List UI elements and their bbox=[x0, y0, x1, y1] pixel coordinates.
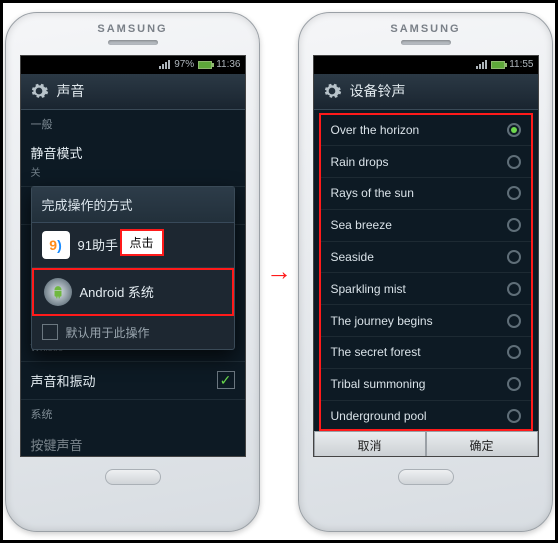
ringtone-list: Over the horizon Rain drops Rays of the … bbox=[319, 113, 533, 431]
ringtone-label: Sparkling mist bbox=[331, 282, 406, 296]
radio-icon[interactable] bbox=[507, 250, 521, 264]
gear-icon bbox=[29, 81, 49, 101]
arrow-icon: → bbox=[266, 256, 292, 287]
speaker bbox=[401, 40, 451, 45]
ringtone-item[interactable]: Rays of the sun bbox=[321, 178, 531, 210]
ringtone-header: 设备铃声 bbox=[314, 74, 538, 110]
row-silent-mode[interactable]: 静音模式 关 bbox=[21, 136, 245, 187]
ringtone-label: Rays of the sun bbox=[331, 186, 414, 200]
page-title: 设备铃声 bbox=[350, 81, 406, 101]
ringtone-label: The secret forest bbox=[331, 345, 421, 359]
battery-icon bbox=[198, 61, 212, 69]
ringtone-label: The journey begins bbox=[331, 314, 433, 328]
dialog-default-row[interactable]: 默认用于此操作 bbox=[32, 316, 234, 349]
brand-label: SAMSUNG bbox=[97, 23, 167, 35]
silent-sub: 关 bbox=[31, 164, 83, 179]
settings-header: 声音 bbox=[21, 74, 245, 110]
checkbox-icon[interactable] bbox=[42, 324, 58, 340]
ringtone-label: Rain drops bbox=[331, 155, 389, 169]
key-sound-label: 按键声音 bbox=[31, 435, 83, 454]
radio-icon[interactable] bbox=[507, 377, 521, 391]
phone-left: SAMSUNG 97% 11:36 声音 一般 静音模式 关 音量 bbox=[5, 12, 260, 532]
section-system: 系统 bbox=[21, 400, 245, 426]
signal-icon bbox=[476, 60, 487, 69]
silent-title: 静音模式 bbox=[31, 143, 83, 162]
gear-icon bbox=[322, 81, 342, 101]
complete-action-dialog: 完成操作的方式 9) 91助手 点击 Android 系统 默认用于此操作 bbox=[31, 186, 235, 350]
battery-icon bbox=[491, 61, 505, 69]
ok-button[interactable]: 确定 bbox=[426, 431, 538, 457]
radio-icon[interactable] bbox=[507, 186, 521, 200]
dialog-option-91[interactable]: 9) 91助手 点击 bbox=[32, 223, 234, 268]
radio-icon[interactable] bbox=[507, 409, 521, 423]
section-general: 一般 bbox=[21, 110, 245, 136]
ringtone-label: Over the horizon bbox=[331, 123, 420, 137]
ringtone-item[interactable]: Rain drops bbox=[321, 146, 531, 178]
click-tooltip: 点击 bbox=[120, 229, 164, 256]
dialog-option-91-label: 91助手 bbox=[78, 235, 118, 254]
row-key-sound[interactable]: 按键声音 bbox=[21, 426, 245, 457]
ringtone-item[interactable]: Sparkling mist bbox=[321, 273, 531, 305]
android-system-icon bbox=[44, 278, 72, 306]
battery-pct: 97% bbox=[174, 59, 194, 70]
sound-vibrate-label: 声音和振动 bbox=[31, 371, 96, 390]
ringtone-label: Tribal summoning bbox=[331, 377, 426, 391]
ringtone-label: Underground pool bbox=[331, 409, 427, 423]
ringtone-item[interactable]: Over the horizon bbox=[321, 115, 531, 147]
ringtone-label: Seaside bbox=[331, 250, 374, 264]
status-bar: 11:55 bbox=[314, 56, 538, 74]
radio-icon[interactable] bbox=[507, 345, 521, 359]
home-button[interactable] bbox=[398, 469, 454, 485]
row-sound-vibrate[interactable]: 声音和振动 ✓ bbox=[21, 362, 245, 400]
ringtone-item[interactable]: The journey begins bbox=[321, 305, 531, 337]
dialog-buttons: 取消 确定 bbox=[314, 431, 538, 457]
speaker bbox=[108, 40, 158, 45]
dialog-option-android[interactable]: Android 系统 bbox=[32, 268, 234, 316]
status-bar: 97% 11:36 bbox=[21, 56, 245, 74]
ringtone-item[interactable]: Tribal summoning bbox=[321, 369, 531, 401]
radio-icon[interactable] bbox=[507, 282, 521, 296]
radio-icon[interactable] bbox=[507, 155, 521, 169]
ringtone-item[interactable]: Sea breeze bbox=[321, 210, 531, 242]
radio-selected-icon[interactable] bbox=[507, 123, 521, 137]
radio-icon[interactable] bbox=[507, 314, 521, 328]
clock: 11:36 bbox=[216, 59, 240, 70]
ringtone-item[interactable]: Seaside bbox=[321, 242, 531, 274]
phone-right: SAMSUNG 11:55 设备铃声 Over the horizon Rain… bbox=[298, 12, 553, 532]
dialog-title: 完成操作的方式 bbox=[32, 187, 234, 223]
checkbox-checked-icon[interactable]: ✓ bbox=[217, 371, 235, 389]
cancel-button[interactable]: 取消 bbox=[314, 431, 426, 457]
signal-icon bbox=[159, 60, 170, 69]
app-91-icon: 9) bbox=[42, 231, 70, 259]
screen-left: 97% 11:36 声音 一般 静音模式 关 音量 默认通知 Whistle bbox=[20, 55, 246, 457]
page-title: 声音 bbox=[57, 81, 85, 101]
dialog-default-label: 默认用于此操作 bbox=[66, 324, 150, 341]
screen-right: 11:55 设备铃声 Over the horizon Rain drops R… bbox=[313, 55, 539, 457]
ringtone-item[interactable]: The secret forest bbox=[321, 337, 531, 369]
ringtone-item[interactable]: Underground pool bbox=[321, 401, 531, 431]
ringtone-label: Sea breeze bbox=[331, 218, 392, 232]
dialog-option-android-label: Android 系统 bbox=[80, 282, 154, 301]
home-button[interactable] bbox=[105, 469, 161, 485]
radio-icon[interactable] bbox=[507, 218, 521, 232]
clock: 11:55 bbox=[509, 59, 533, 70]
brand-label: SAMSUNG bbox=[390, 23, 460, 35]
